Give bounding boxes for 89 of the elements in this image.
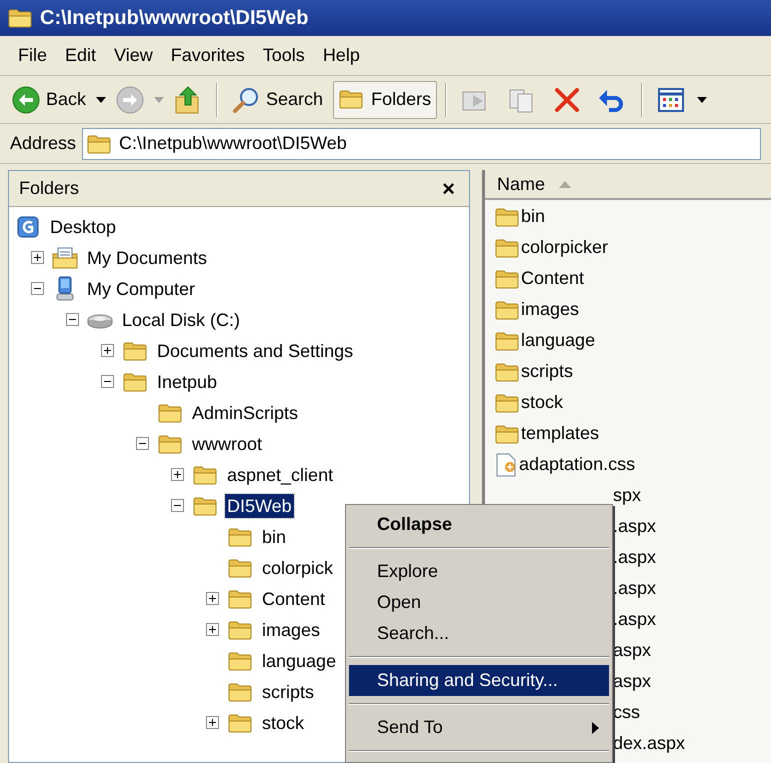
menu-item[interactable]: Edit (59, 42, 102, 69)
file-name[interactable]: colorpicker (521, 234, 608, 261)
folder-icon (123, 370, 147, 392)
file-name[interactable]: adaptation.css (519, 451, 636, 478)
tree-item[interactable]: stock (260, 710, 306, 734)
pane-title: Folders (19, 177, 80, 200)
file-name[interactable]: bin (521, 203, 546, 230)
tree-item[interactable]: Local Disk (C:) (120, 308, 242, 332)
desktop-icon (16, 214, 40, 238)
expand-toggle-icon[interactable] (206, 592, 219, 605)
window-title: C:\Inetpub\wwwroot\DI5Web (40, 6, 309, 31)
menu-item[interactable]: Send To (349, 712, 609, 743)
collapse-toggle-icon[interactable] (66, 313, 79, 326)
expand-toggle-icon[interactable] (101, 344, 114, 357)
folder-icon (228, 526, 252, 548)
file-name[interactable]: language (521, 327, 596, 354)
file-name[interactable]: templates (521, 420, 600, 447)
collapse-toggle-icon[interactable] (171, 499, 184, 512)
folder-icon (228, 618, 252, 640)
tree-item[interactable]: language (260, 648, 338, 672)
tree-item[interactable]: wwwroot (190, 432, 264, 456)
search-button[interactable]: Search (226, 80, 330, 118)
collapse-toggle-icon[interactable] (31, 282, 44, 295)
folder-icon (228, 556, 252, 578)
file-name[interactable]: stock (521, 389, 564, 416)
menu-item[interactable]: Tools (256, 42, 311, 69)
delete-icon (553, 86, 582, 114)
collapse-toggle-icon[interactable] (136, 437, 149, 450)
tree-item[interactable]: Documents and Settings (155, 338, 356, 362)
menu-item[interactable]: View (108, 42, 159, 69)
menu-item[interactable]: Favorites (164, 42, 251, 69)
folder-icon (8, 7, 32, 29)
folder-icon (495, 360, 519, 382)
tree-item[interactable]: Desktop (48, 214, 118, 238)
folder-icon (193, 464, 217, 486)
tree-item[interactable]: bin (260, 524, 288, 548)
tree-item[interactable]: DI5Web (225, 494, 294, 518)
folder-icon (495, 268, 519, 290)
menu-item[interactable]: Open (349, 587, 609, 618)
folder-icon (495, 392, 519, 414)
folder-icon (228, 712, 252, 734)
expand-toggle-icon[interactable] (171, 468, 184, 481)
folder-icon (193, 494, 217, 516)
dropdown-caret-icon[interactable] (96, 96, 106, 102)
tree-item[interactable]: scripts (260, 680, 316, 704)
menu-item[interactable]: Explore (349, 556, 609, 587)
file-name[interactable]: scripts (521, 358, 574, 385)
tree-item[interactable]: Inetpub (155, 370, 220, 394)
file-name[interactable]: images (521, 296, 580, 323)
back-button[interactable]: Back (6, 80, 92, 118)
tree-item[interactable]: My Computer (85, 276, 198, 300)
folder-icon (339, 88, 366, 112)
documents-icon (52, 246, 78, 270)
folder-icon (158, 402, 182, 424)
tree-item[interactable]: AdminScripts (190, 400, 300, 424)
folder-icon (495, 298, 519, 320)
folder-icon (495, 330, 519, 352)
folder-icon (228, 588, 252, 610)
menu-item[interactable]: Help (316, 42, 366, 69)
menu-item[interactable]: Search... (349, 618, 609, 649)
tree-item[interactable]: My Documents (85, 246, 210, 270)
menu-item[interactable]: Collapse (349, 509, 609, 540)
folder-icon (123, 340, 147, 362)
expand-toggle-icon[interactable] (206, 623, 219, 636)
folders-button[interactable]: Folders (333, 80, 438, 118)
folder-icon (228, 680, 252, 702)
collapse-toggle-icon[interactable] (101, 375, 114, 388)
address-label: Address (10, 132, 76, 155)
file-name[interactable]: Content (521, 265, 584, 292)
submenu-arrow-icon (592, 722, 599, 734)
document-icon (495, 452, 517, 476)
tree-item[interactable]: images (260, 618, 322, 642)
tree-item[interactable]: colorpick (260, 556, 336, 580)
expand-toggle-icon[interactable] (206, 716, 219, 729)
expand-toggle-icon[interactable] (31, 251, 44, 264)
close-button[interactable]: × (438, 178, 459, 200)
folder-icon (495, 206, 519, 228)
search-icon (232, 86, 260, 114)
tree-item[interactable]: aspnet_client (225, 462, 336, 486)
folder-icon (158, 432, 182, 454)
menu-item[interactable]: Sharing and Security... (349, 665, 609, 696)
address-field[interactable]: C:\Inetpub\wwwroot\DI5Web (82, 128, 761, 160)
dropdown-caret-icon[interactable] (697, 96, 708, 102)
folder-icon (495, 236, 519, 258)
folder-icon (495, 422, 519, 444)
folder-icon (228, 650, 252, 672)
menu-item[interactable]: File (12, 42, 54, 69)
tree-item[interactable]: Content (260, 586, 328, 610)
folder-icon (87, 132, 112, 154)
